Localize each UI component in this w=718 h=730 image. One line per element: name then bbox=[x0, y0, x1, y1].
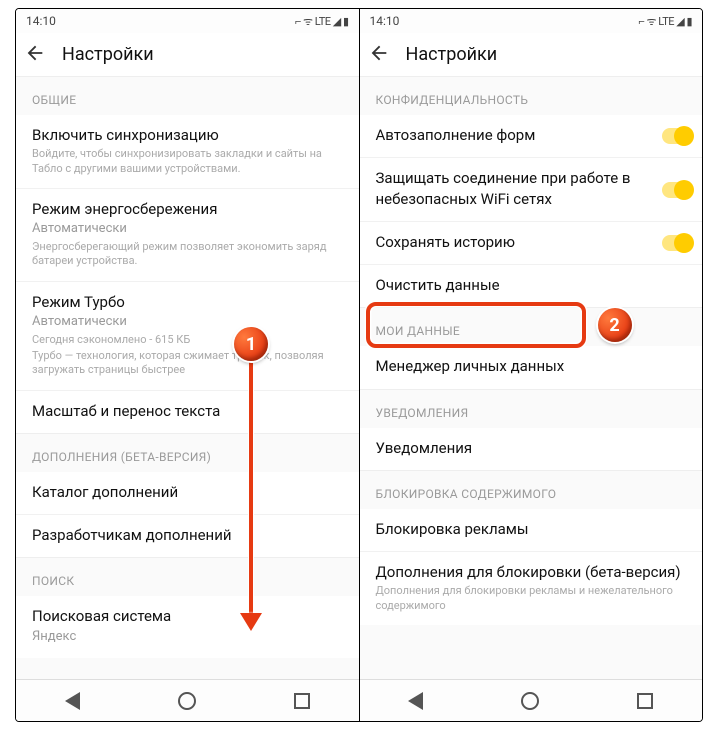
status-icons: ⌐ ᯤ LTE ◢ ▮ bbox=[295, 14, 349, 29]
toggle-switch[interactable] bbox=[662, 182, 692, 198]
item-protect-wifi[interactable]: Защищать соединение при работе в небезоп… bbox=[360, 158, 703, 222]
section-search: ПОИСК bbox=[16, 557, 359, 596]
status-bar: 14:10 ⌐ ᯤ LTE ◢ ▮ bbox=[16, 9, 359, 33]
item-title: Режим Турбо bbox=[32, 292, 343, 312]
item-zoom-wrap[interactable]: Масштаб и перенос текста bbox=[16, 391, 359, 433]
app-bar: Настройки bbox=[360, 33, 703, 77]
status-time: 14:10 bbox=[26, 14, 56, 28]
item-title: Сохранять историю bbox=[376, 232, 655, 252]
item-sub: Яндекс bbox=[32, 629, 343, 646]
section-content-blocking: БЛОКИРОВКА СОДЕРЖИМОГО bbox=[360, 470, 703, 509]
item-title: Блокировка рекламы bbox=[376, 519, 687, 539]
page-title: Настройки bbox=[406, 44, 498, 65]
item-desc: Сегодня сэкономлено - 615 КБ bbox=[32, 333, 343, 347]
annotation-arrow-line bbox=[249, 361, 253, 616]
item-data-manager[interactable]: Менеджер личных данных bbox=[360, 346, 703, 388]
phone-right: 14:10 ⌐ ᯤ LTE ◢ ▮ Настройки КОНФИДЕНЦИАЛ… bbox=[359, 9, 703, 721]
status-bar: 14:10 ⌐ ᯤ LTE ◢ ▮ bbox=[360, 9, 703, 33]
item-turbo[interactable]: Режим Турбо Автоматически Сегодня сэконо… bbox=[16, 282, 359, 391]
nav-back-icon[interactable] bbox=[408, 692, 423, 710]
item-notifications[interactable]: Уведомления bbox=[360, 428, 703, 470]
item-title: Включить синхронизацию bbox=[32, 125, 343, 145]
item-desc: Дополнения для блокировки рекламы и неже… bbox=[376, 584, 687, 613]
settings-list-left[interactable]: ОБЩИЕ Включить синхронизацию Войдите, чт… bbox=[16, 77, 359, 679]
section-privacy: КОНФИДЕНЦИАЛЬНОСТЬ bbox=[360, 77, 703, 115]
annotation-badge-2: 2 bbox=[598, 308, 632, 342]
android-navbar bbox=[360, 679, 703, 721]
page-title: Настройки bbox=[62, 44, 154, 65]
toggle-switch[interactable] bbox=[662, 235, 692, 251]
item-search-engine[interactable]: Поисковая система Яндекс bbox=[16, 596, 359, 657]
item-desc: Войдите, чтобы синхронизировать закладки… bbox=[32, 147, 343, 176]
app-bar: Настройки bbox=[16, 33, 359, 77]
item-title: Масштаб и перенос текста bbox=[32, 401, 343, 421]
android-navbar bbox=[16, 679, 359, 721]
section-notifications: УВЕДОМЛЕНИЯ bbox=[360, 389, 703, 428]
section-addons: ДОПОЛНЕНИЯ (БЕТА-ВЕРСИЯ) bbox=[16, 433, 359, 472]
item-power-saving[interactable]: Режим энергосбережения Автоматически Эне… bbox=[16, 189, 359, 282]
item-title: Поисковая система bbox=[32, 606, 343, 626]
annotation-badge-1: 1 bbox=[234, 327, 268, 361]
item-save-history[interactable]: Сохранять историю bbox=[360, 222, 703, 265]
back-arrow-icon[interactable] bbox=[24, 42, 46, 68]
item-clear-data[interactable]: Очистить данные bbox=[360, 265, 703, 307]
settings-list-right[interactable]: КОНФИДЕНЦИАЛЬНОСТЬ Автозаполнение форм З… bbox=[360, 77, 703, 679]
back-arrow-icon[interactable] bbox=[368, 42, 390, 68]
phone-left: 14:10 ⌐ ᯤ LTE ◢ ▮ Настройки ОБЩИЕ Включи… bbox=[16, 9, 359, 721]
item-sub: Автоматически bbox=[32, 221, 343, 238]
item-addon-dev[interactable]: Разработчикам дополнений bbox=[16, 515, 359, 557]
item-addon-catalog[interactable]: Каталог дополнений bbox=[16, 472, 359, 515]
toggle-switch[interactable] bbox=[662, 128, 692, 144]
nav-recent-icon[interactable] bbox=[294, 693, 310, 709]
item-title: Режим энергосбережения bbox=[32, 199, 343, 219]
item-block-addons[interactable]: Дополнения для блокировки (бета-версия) … bbox=[360, 552, 703, 625]
item-desc: Турбо — технология, которая сжимает траф… bbox=[32, 349, 343, 378]
nav-recent-icon[interactable] bbox=[637, 693, 653, 709]
item-title: Менеджер личных данных bbox=[376, 356, 687, 376]
item-autofill[interactable]: Автозаполнение форм bbox=[360, 115, 703, 158]
item-sync[interactable]: Включить синхронизацию Войдите, чтобы си… bbox=[16, 115, 359, 189]
status-time: 14:10 bbox=[370, 14, 400, 28]
item-title: Каталог дополнений bbox=[32, 482, 343, 502]
item-adblock[interactable]: Блокировка рекламы bbox=[360, 509, 703, 552]
nav-back-icon[interactable] bbox=[65, 692, 80, 710]
nav-home-icon[interactable] bbox=[521, 692, 539, 710]
item-title: Очистить данные bbox=[376, 275, 687, 295]
status-icons: ⌐ ᯤ LTE ◢ ▮ bbox=[638, 14, 692, 29]
item-sub: Автоматически bbox=[32, 314, 343, 331]
item-title: Разработчикам дополнений bbox=[32, 525, 343, 545]
annotation-arrow-head-icon bbox=[240, 613, 262, 631]
item-desc: Энергосберегающий режим позволяет эконом… bbox=[32, 240, 343, 269]
item-title: Уведомления bbox=[376, 438, 687, 458]
item-title: Дополнения для блокировки (бета-версия) bbox=[376, 562, 687, 582]
item-title: Защищать соединение при работе в небезоп… bbox=[376, 168, 655, 209]
annotation-highlight bbox=[366, 302, 586, 348]
nav-home-icon[interactable] bbox=[178, 692, 196, 710]
section-general: ОБЩИЕ bbox=[16, 77, 359, 115]
item-title: Автозаполнение форм bbox=[376, 125, 655, 145]
